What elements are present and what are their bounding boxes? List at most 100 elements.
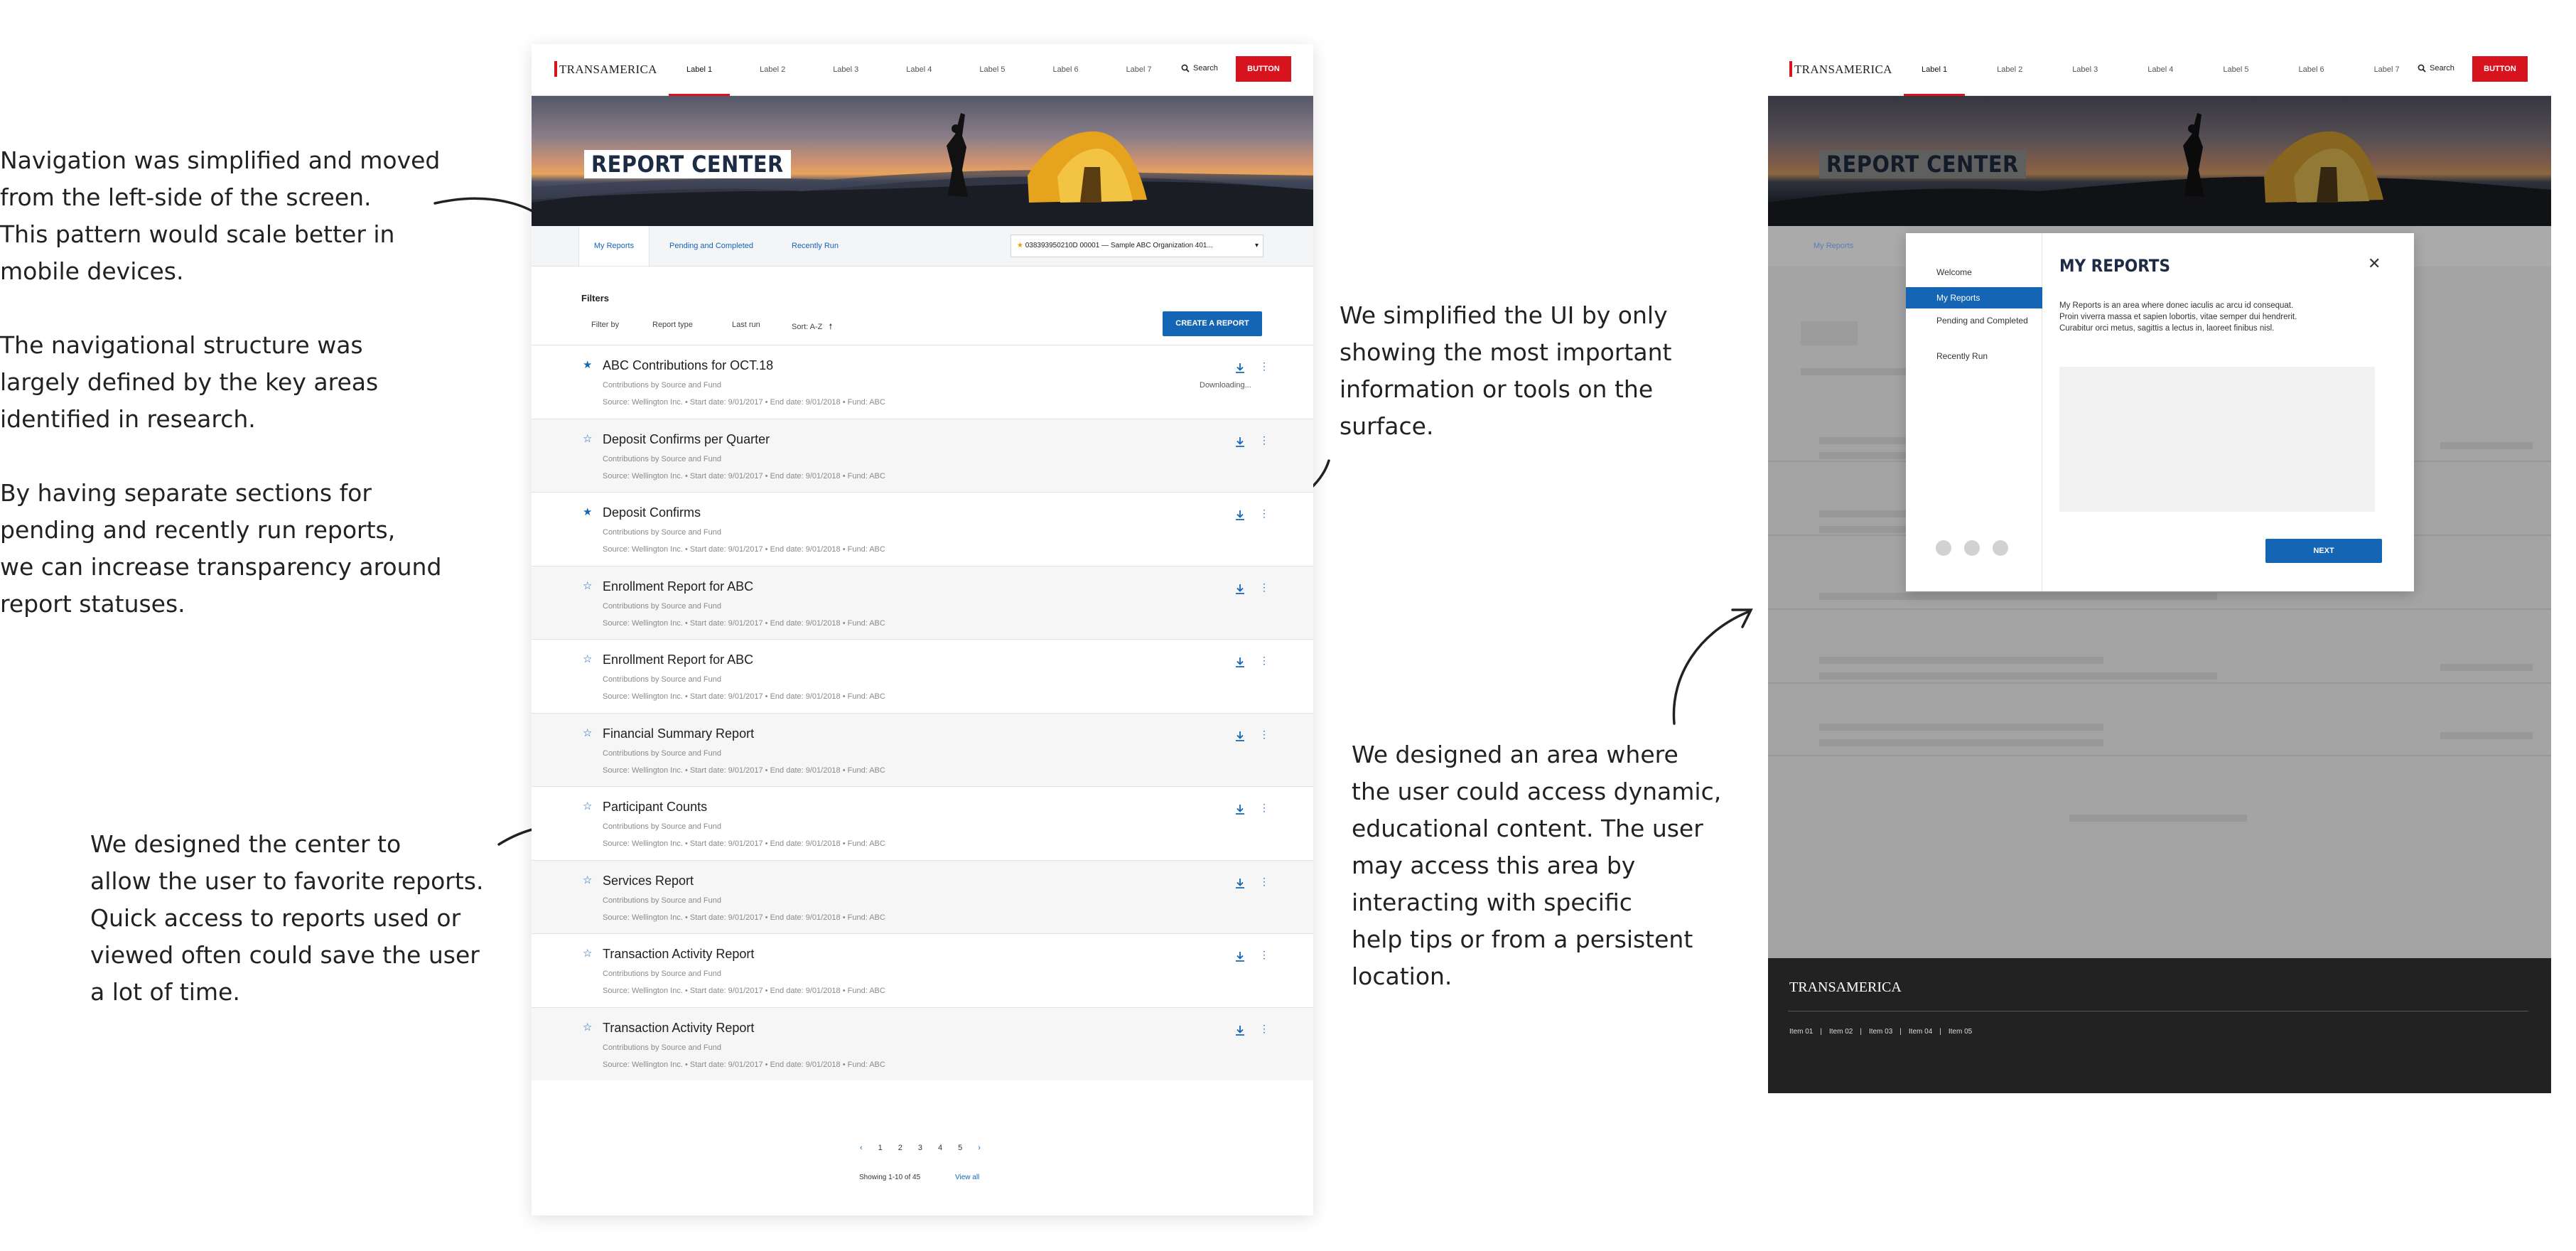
nav-label-1[interactable]: Label 1 xyxy=(668,44,731,96)
sort-dropdown[interactable]: Sort: A-Z 🠕 xyxy=(792,321,832,334)
footer-link[interactable]: Item 01 xyxy=(1789,1028,1813,1036)
transamerica-logo[interactable]: TRANSAMERICA xyxy=(1789,61,1892,77)
page-number[interactable]: 3 xyxy=(918,1144,922,1152)
nav-label-4[interactable]: Label 4 xyxy=(2147,44,2173,96)
footer-link[interactable]: Item 02 xyxy=(1829,1028,1853,1036)
footer-logo[interactable]: TRANSAMERICA xyxy=(1789,979,1902,996)
report-title[interactable]: Enrollment Report for ABC xyxy=(603,653,753,667)
nav-label-7[interactable]: Label 7 xyxy=(1126,44,1152,96)
modal-nav-recently-run[interactable]: Recently Run xyxy=(1906,351,2042,361)
footer-link[interactable]: Item 04 xyxy=(1909,1028,1932,1036)
report-title[interactable]: Services Report xyxy=(603,874,694,888)
chevron-left-icon[interactable]: ‹ xyxy=(860,1144,863,1152)
next-button[interactable]: NEXT xyxy=(2265,539,2382,563)
nav-label-4[interactable]: Label 4 xyxy=(906,44,932,96)
report-row[interactable]: ★ Deposit Confirms Contributions by Source… xyxy=(532,492,1313,566)
modal-nav-welcome[interactable]: Welcome xyxy=(1906,267,2042,277)
download-icon[interactable] xyxy=(1235,878,1245,889)
create-report-button[interactable]: CREATE A REPORT xyxy=(1163,311,1262,336)
report-row[interactable]: ☆ Transaction Activity Report Contribution… xyxy=(532,1006,1313,1080)
star-filled-icon[interactable]: ★ xyxy=(583,358,592,371)
report-row[interactable]: ☆ Services Report Contributions by Source … xyxy=(532,859,1313,933)
chevron-right-icon[interactable]: › xyxy=(978,1144,981,1152)
nav-label-5[interactable]: Label 5 xyxy=(2223,44,2248,96)
more-options-icon[interactable]: ⋮ xyxy=(1259,361,1269,371)
more-options-icon[interactable]: ⋮ xyxy=(1259,582,1269,592)
tab-my-reports[interactable]: My Reports xyxy=(578,226,650,266)
download-icon[interactable] xyxy=(1235,584,1245,595)
header-button[interactable]: BUTTON xyxy=(2472,56,2528,82)
more-options-icon[interactable]: ⋮ xyxy=(1259,1024,1269,1033)
more-options-icon[interactable]: ⋮ xyxy=(1259,802,1269,812)
star-outline-icon[interactable]: ☆ xyxy=(583,800,592,812)
nav-label-2[interactable]: Label 2 xyxy=(760,44,785,96)
report-title[interactable]: Deposit Confirms per Quarter xyxy=(603,432,770,447)
page-number[interactable]: 4 xyxy=(938,1144,942,1152)
organization-select[interactable]: ★ 038393950210D 00001 — Sample ABC Organ… xyxy=(1011,235,1263,257)
download-icon[interactable] xyxy=(1235,436,1245,448)
modal-nav-pending-and-completed[interactable]: Pending and Completed xyxy=(1906,316,2042,326)
report-type-dropdown[interactable]: Report type xyxy=(652,321,693,329)
download-icon[interactable] xyxy=(1235,363,1245,374)
report-title[interactable]: ABC Contributions for OCT.18 xyxy=(603,358,773,373)
footer-link[interactable]: Item 03 xyxy=(1869,1028,1892,1036)
search-link[interactable]: Search xyxy=(1181,64,1218,73)
carousel-dots[interactable] xyxy=(1936,540,2008,556)
star-outline-icon[interactable]: ☆ xyxy=(583,432,592,445)
nav-label-3[interactable]: Label 3 xyxy=(833,44,858,96)
star-outline-icon[interactable]: ☆ xyxy=(583,874,592,886)
tab-recently-run[interactable]: Recently Run xyxy=(792,226,839,266)
last-run-dropdown[interactable]: Last run xyxy=(732,321,760,329)
star-outline-icon[interactable]: ☆ xyxy=(583,653,592,665)
report-row[interactable]: ☆ Enrollment Report for ABC Contributions … xyxy=(532,565,1313,639)
report-row[interactable]: ☆ Transaction Activity Report Contribution… xyxy=(532,933,1313,1007)
more-options-icon[interactable]: ⋮ xyxy=(1259,876,1269,886)
nav-label-6[interactable]: Label 6 xyxy=(1052,44,1078,96)
nav-label-5[interactable]: Label 5 xyxy=(979,44,1005,96)
modal-nav-my-reports[interactable]: My Reports xyxy=(1906,287,2042,308)
dot-indicator[interactable] xyxy=(1964,540,1980,556)
nav-label-3[interactable]: Label 3 xyxy=(2072,44,2098,96)
star-outline-icon[interactable]: ☆ xyxy=(583,947,592,960)
report-title[interactable]: Enrollment Report for ABC xyxy=(603,579,753,594)
report-row[interactable]: ☆ Participant Counts Contributions by Sour… xyxy=(532,786,1313,860)
dot-indicator[interactable] xyxy=(1936,540,1951,556)
page-number[interactable]: 2 xyxy=(898,1144,902,1152)
report-row[interactable]: ☆ Enrollment Report for ABC Contributions … xyxy=(532,639,1313,713)
more-options-icon[interactable]: ⋮ xyxy=(1259,435,1269,445)
page-number[interactable]: 1 xyxy=(878,1144,883,1152)
more-options-icon[interactable]: ⋮ xyxy=(1259,508,1269,518)
search-link[interactable]: Search xyxy=(2418,64,2454,73)
download-icon[interactable] xyxy=(1235,657,1245,668)
report-title[interactable]: Transaction Activity Report xyxy=(603,947,754,962)
view-all-link[interactable]: View all xyxy=(955,1174,979,1181)
download-icon[interactable] xyxy=(1235,951,1245,962)
filter-by-dropdown[interactable]: Filter by xyxy=(591,321,619,329)
report-row[interactable]: ★ ABC Contributions for OCT.18 Contributio… xyxy=(532,345,1313,419)
star-outline-icon[interactable]: ☆ xyxy=(583,1021,592,1033)
nav-label-7[interactable]: Label 7 xyxy=(2374,44,2400,96)
download-icon[interactable] xyxy=(1235,510,1245,521)
star-outline-icon[interactable]: ☆ xyxy=(583,579,592,592)
star-outline-icon[interactable]: ☆ xyxy=(583,726,592,739)
download-icon[interactable] xyxy=(1235,804,1245,815)
report-row[interactable]: ☆ Deposit Confirms per Quarter Contributio… xyxy=(532,418,1313,492)
more-options-icon[interactable]: ⋮ xyxy=(1259,655,1269,665)
report-title[interactable]: Transaction Activity Report xyxy=(603,1021,754,1036)
more-options-icon[interactable]: ⋮ xyxy=(1259,950,1269,960)
download-icon[interactable] xyxy=(1235,731,1245,742)
report-title[interactable]: Deposit Confirms xyxy=(603,505,701,520)
report-title[interactable]: Financial Summary Report xyxy=(603,726,754,741)
star-filled-icon[interactable]: ★ xyxy=(583,505,592,518)
footer-link[interactable]: Item 05 xyxy=(1949,1028,1972,1036)
report-row[interactable]: ☆ Financial Summary Report Contributions b… xyxy=(532,712,1313,786)
close-icon[interactable]: ✕ xyxy=(2368,254,2381,273)
more-options-icon[interactable]: ⋮ xyxy=(1259,729,1269,739)
page-number[interactable]: 5 xyxy=(958,1144,962,1152)
report-title[interactable]: Participant Counts xyxy=(603,800,707,815)
download-icon[interactable] xyxy=(1235,1025,1245,1036)
header-button[interactable]: BUTTON xyxy=(1236,56,1291,82)
dot-indicator[interactable] xyxy=(1993,540,2008,556)
nav-label-6[interactable]: Label 6 xyxy=(2298,44,2324,96)
tab-pending-and-completed[interactable]: Pending and Completed xyxy=(669,226,753,266)
